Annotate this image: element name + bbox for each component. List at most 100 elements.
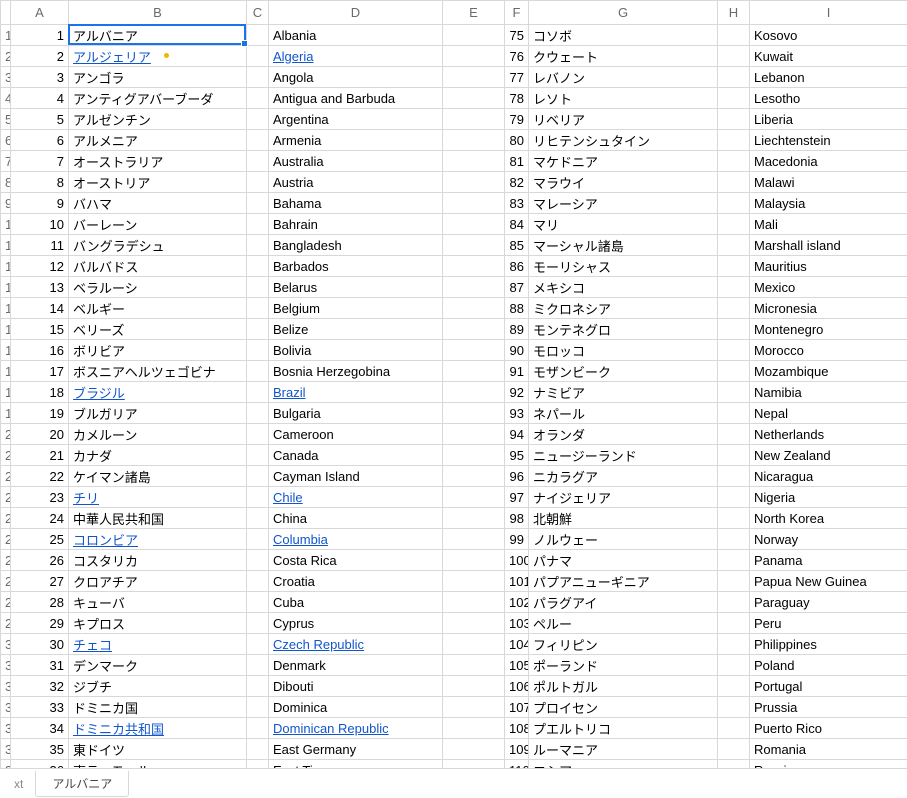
- cell[interactable]: Prussia: [750, 697, 907, 718]
- hyperlink[interactable]: Czech Republic: [273, 637, 364, 652]
- cell[interactable]: [443, 130, 505, 151]
- hyperlink[interactable]: Algeria: [273, 49, 313, 64]
- cell[interactable]: Bolivia: [269, 340, 443, 361]
- hyperlink[interactable]: Dominican Republic: [273, 721, 389, 736]
- cell[interactable]: チリ: [69, 487, 247, 508]
- cell[interactable]: 25: [11, 529, 69, 550]
- cell[interactable]: 75: [505, 25, 529, 46]
- cell[interactable]: Netherlands: [750, 424, 907, 445]
- cell[interactable]: アルメニア: [69, 130, 247, 151]
- hyperlink[interactable]: コロンビア: [73, 533, 138, 548]
- cell[interactable]: カナダ: [69, 445, 247, 466]
- cell[interactable]: [247, 529, 269, 550]
- cell[interactable]: [443, 634, 505, 655]
- cell[interactable]: Australia: [269, 151, 443, 172]
- cell[interactable]: Canada: [269, 445, 443, 466]
- cell[interactable]: [718, 256, 750, 277]
- cell[interactable]: ドミニカ共和国: [69, 718, 247, 739]
- cell[interactable]: Bosnia Herzegobina: [269, 361, 443, 382]
- cell[interactable]: [443, 67, 505, 88]
- cell[interactable]: ミクロネシア: [529, 298, 718, 319]
- cell[interactable]: [443, 256, 505, 277]
- cell[interactable]: [443, 445, 505, 466]
- cell[interactable]: Mozambique: [750, 361, 907, 382]
- cell[interactable]: マレーシア: [529, 193, 718, 214]
- cell[interactable]: 82: [505, 172, 529, 193]
- row-header[interactable]: 24: [1, 508, 11, 529]
- hyperlink[interactable]: チリ: [73, 491, 99, 506]
- row-header[interactable]: 14: [1, 298, 11, 319]
- row-header[interactable]: 27: [1, 571, 11, 592]
- cell[interactable]: Paraguay: [750, 592, 907, 613]
- cell[interactable]: [247, 487, 269, 508]
- cell[interactable]: 84: [505, 214, 529, 235]
- row-header[interactable]: 20: [1, 424, 11, 445]
- cell[interactable]: 23: [11, 487, 69, 508]
- cell[interactable]: 99: [505, 529, 529, 550]
- cell[interactable]: オーストリア: [69, 172, 247, 193]
- cell[interactable]: [247, 319, 269, 340]
- cell[interactable]: [718, 109, 750, 130]
- cell[interactable]: 92: [505, 382, 529, 403]
- cell[interactable]: Costa Rica: [269, 550, 443, 571]
- cell[interactable]: [718, 25, 750, 46]
- cell[interactable]: フィリピン: [529, 634, 718, 655]
- cell[interactable]: Belarus: [269, 277, 443, 298]
- cell[interactable]: オランダ: [529, 424, 718, 445]
- cell[interactable]: [443, 697, 505, 718]
- cell[interactable]: アルジェリア: [69, 46, 247, 67]
- cell[interactable]: [718, 214, 750, 235]
- cell[interactable]: [247, 550, 269, 571]
- cell[interactable]: 100: [505, 550, 529, 571]
- cell[interactable]: ボスニアヘルツェゴビナ: [69, 361, 247, 382]
- cell[interactable]: Bulgaria: [269, 403, 443, 424]
- cell[interactable]: リヒテンシュタイン: [529, 130, 718, 151]
- cell[interactable]: 28: [11, 592, 69, 613]
- cell[interactable]: [718, 487, 750, 508]
- cell[interactable]: [443, 466, 505, 487]
- cell[interactable]: ニュージーランド: [529, 445, 718, 466]
- cell[interactable]: Albania: [269, 25, 443, 46]
- cell[interactable]: [718, 508, 750, 529]
- cell[interactable]: [443, 424, 505, 445]
- cell[interactable]: 8: [11, 172, 69, 193]
- cell[interactable]: 30: [11, 634, 69, 655]
- cell[interactable]: Cayman Island: [269, 466, 443, 487]
- cell[interactable]: [443, 109, 505, 130]
- cell[interactable]: 10: [11, 214, 69, 235]
- cell[interactable]: [718, 130, 750, 151]
- cell[interactable]: 96: [505, 466, 529, 487]
- cell[interactable]: Peru: [750, 613, 907, 634]
- row-header[interactable]: 4: [1, 88, 11, 109]
- cell[interactable]: ポルトガル: [529, 676, 718, 697]
- cell[interactable]: Malaysia: [750, 193, 907, 214]
- cell[interactable]: 34: [11, 718, 69, 739]
- cell[interactable]: カメルーン: [69, 424, 247, 445]
- cell[interactable]: China: [269, 508, 443, 529]
- row-header[interactable]: 17: [1, 361, 11, 382]
- cell[interactable]: メキシコ: [529, 277, 718, 298]
- cell[interactable]: [247, 109, 269, 130]
- cell[interactable]: [247, 718, 269, 739]
- cell[interactable]: Norway: [750, 529, 907, 550]
- cell[interactable]: [247, 361, 269, 382]
- row-header[interactable]: 11: [1, 235, 11, 256]
- cell[interactable]: [443, 382, 505, 403]
- cell[interactable]: [718, 67, 750, 88]
- cell[interactable]: Brazil: [269, 382, 443, 403]
- cell[interactable]: ベリーズ: [69, 319, 247, 340]
- cell[interactable]: ドミニカ国: [69, 697, 247, 718]
- cell[interactable]: パナマ: [529, 550, 718, 571]
- cell[interactable]: Kuwait: [750, 46, 907, 67]
- cell[interactable]: 85: [505, 235, 529, 256]
- row-header[interactable]: 35: [1, 739, 11, 760]
- cell[interactable]: 19: [11, 403, 69, 424]
- cell[interactable]: 88: [505, 298, 529, 319]
- cell[interactable]: [718, 550, 750, 571]
- cell[interactable]: [247, 88, 269, 109]
- cell[interactable]: プロイセン: [529, 697, 718, 718]
- cell[interactable]: 101: [505, 571, 529, 592]
- cell[interactable]: 4: [11, 88, 69, 109]
- cell[interactable]: Cuba: [269, 592, 443, 613]
- cell[interactable]: [718, 361, 750, 382]
